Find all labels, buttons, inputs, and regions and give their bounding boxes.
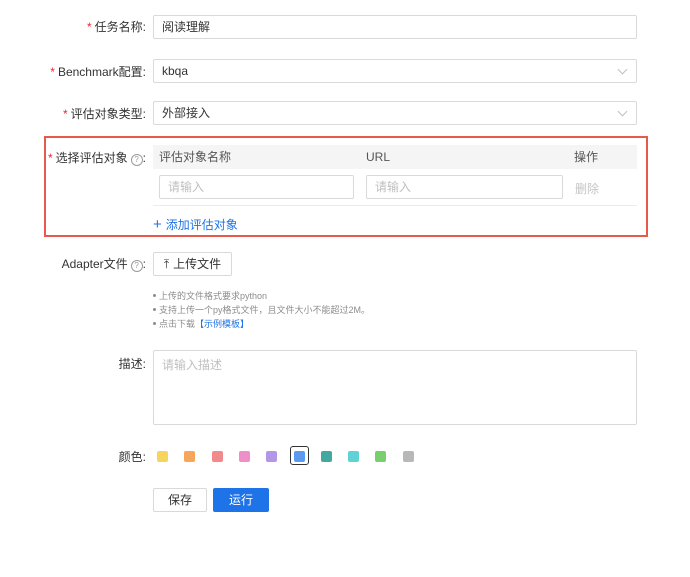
color-swatch[interactable] xyxy=(293,451,305,462)
template-download-link[interactable]: 【示例模板】 xyxy=(195,319,249,329)
column-header-name: 评估对象名称 xyxy=(159,150,232,164)
color-label: 颜色: xyxy=(118,450,146,464)
plus-icon: + xyxy=(153,216,162,233)
description-textarea[interactable]: 请输入描述 xyxy=(153,350,637,425)
color-swatch[interactable] xyxy=(184,451,196,462)
hint-size: 支持上传一个py格式文件，且文件大小不能超过2M。 xyxy=(153,304,370,316)
column-header-url: URL xyxy=(366,150,391,164)
chevron-down-icon xyxy=(617,64,628,75)
upload-icon: ⤒ xyxy=(163,257,170,271)
color-swatch[interactable] xyxy=(348,451,360,462)
description-label: 描述: xyxy=(118,357,146,371)
task-name-input[interactable]: 阅读理解 xyxy=(153,15,637,39)
task-name-label: * 任务名称: xyxy=(86,20,146,34)
target-name-input[interactable]: 请输入 xyxy=(159,175,354,199)
help-icon[interactable]: ? xyxy=(130,154,143,166)
color-swatch[interactable] xyxy=(238,451,250,462)
table-row-divider xyxy=(153,205,637,206)
delete-row-button[interactable]: 删除 xyxy=(575,180,599,197)
adapter-label: Adapter文件?: xyxy=(61,257,146,272)
color-swatch[interactable] xyxy=(157,451,168,462)
hint-download: 点击下载【示例模板】 xyxy=(153,318,249,330)
benchmark-select[interactable]: kbqa xyxy=(153,59,637,83)
column-header-action: 操作 xyxy=(574,150,599,164)
run-button[interactable]: 运行 xyxy=(213,488,269,512)
color-swatch[interactable] xyxy=(211,451,223,462)
color-swatch[interactable] xyxy=(375,451,387,462)
targets-table-header: 评估对象名称 URL 操作 xyxy=(153,145,637,169)
help-icon[interactable]: ? xyxy=(130,260,143,272)
targets-label: * 选择评估对象?: xyxy=(47,151,146,166)
color-swatch[interactable] xyxy=(402,451,414,462)
benchmark-label: * Benchmark配置: xyxy=(50,65,146,79)
color-swatch[interactable] xyxy=(320,451,332,462)
target-type-label: * 评估对象类型: xyxy=(62,107,146,121)
target-url-input[interactable]: 请输入 xyxy=(366,175,563,199)
upload-file-button[interactable]: ⤒ 上传文件 xyxy=(153,252,232,276)
hint-format: 上传的文件格式要求python xyxy=(153,290,267,302)
save-button[interactable]: 保存 xyxy=(153,488,207,512)
target-type-select[interactable]: 外部接入 xyxy=(153,101,637,125)
add-target-button[interactable]: + 添加评估对象 xyxy=(153,217,238,233)
color-swatch[interactable] xyxy=(266,451,278,462)
chevron-down-icon xyxy=(617,106,628,117)
